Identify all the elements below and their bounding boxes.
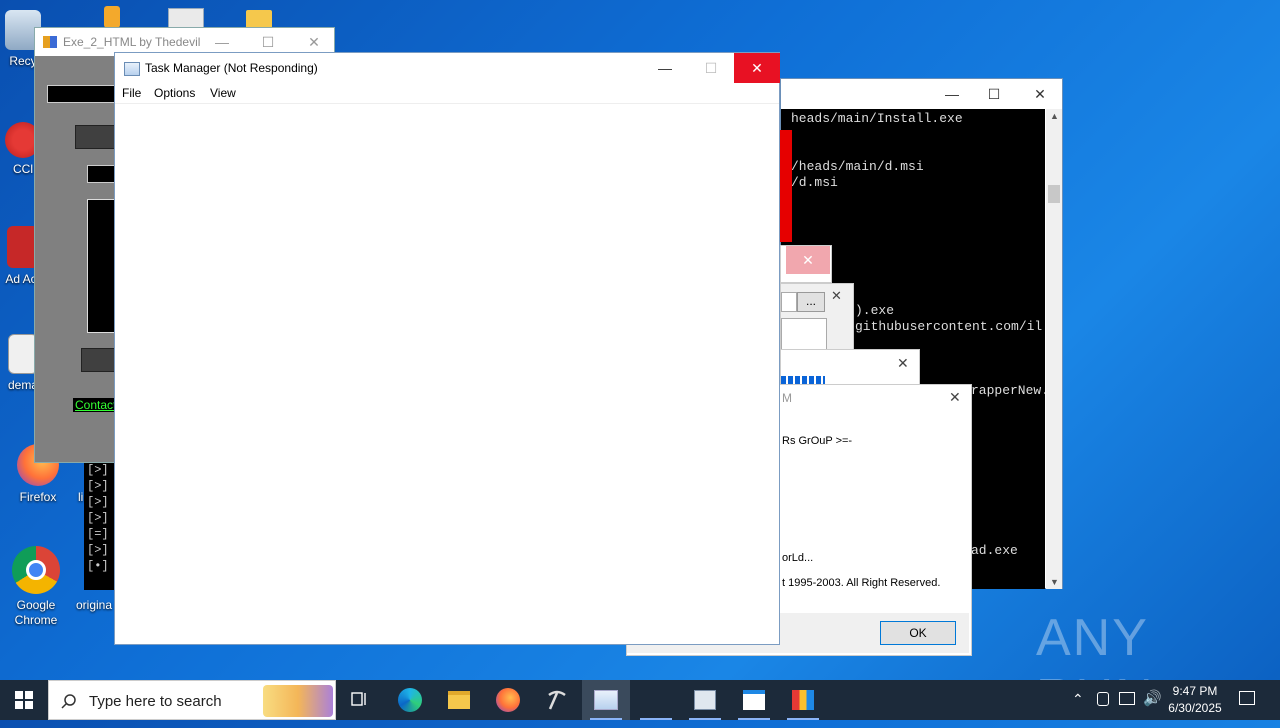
minimize-button[interactable]: — xyxy=(929,79,975,109)
firefox-icon xyxy=(496,688,520,712)
group-text: Rs GrOuP >=- xyxy=(782,435,853,447)
tray-device-icon[interactable] xyxy=(1097,692,1109,706)
app-multicolor-icon xyxy=(792,690,814,710)
console-line: /heads/main/d.msi xyxy=(791,159,924,174)
cmd-line: [>] xyxy=(87,479,109,493)
maximize-button[interactable]: ☐ xyxy=(971,79,1017,109)
scroll-up-arrow[interactable]: ▲ xyxy=(1050,111,1059,121)
vertical-scrollbar[interactable]: ▲ ▼ xyxy=(1046,109,1062,589)
pickaxe-icon xyxy=(548,690,566,710)
ok-button[interactable]: OK xyxy=(880,621,956,645)
search-placeholder: Type here to search xyxy=(89,693,222,710)
maximize-button[interactable]: ☐ xyxy=(688,53,734,83)
app-window-icon xyxy=(694,690,716,710)
close-icon[interactable]: ✕ xyxy=(897,355,909,372)
minimize-button[interactable]: — xyxy=(642,53,688,83)
volume-icon[interactable]: 🔊 xyxy=(1143,689,1162,707)
path-input[interactable] xyxy=(781,292,797,312)
text-area[interactable] xyxy=(781,318,827,350)
start-button[interactable] xyxy=(0,680,48,720)
copyright-text: t 1995-2003. All Right Reserved. xyxy=(782,577,941,589)
task-manager-icon xyxy=(594,690,618,710)
clock-time[interactable]: 9:47 PM xyxy=(1170,684,1220,698)
browse-dialog[interactable]: ✕ ... xyxy=(780,283,854,351)
world-text: orLd... xyxy=(782,552,814,564)
task-manager-icon xyxy=(124,62,140,76)
console-line: ).exe xyxy=(855,303,895,318)
close-button[interactable]: ✕ xyxy=(786,246,830,274)
taskbar-app-a[interactable] xyxy=(632,680,680,720)
taskbar-edge[interactable] xyxy=(386,680,434,720)
edge-icon xyxy=(398,688,422,712)
windows-logo-icon xyxy=(15,691,33,709)
task-view-button[interactable] xyxy=(336,680,384,720)
network-icon[interactable] xyxy=(1119,692,1135,705)
console-line: githubusercontent.com/il xyxy=(855,319,1043,334)
menu-bar: File Options View xyxy=(115,83,779,104)
progress-dialog[interactable]: ✕ xyxy=(780,349,920,387)
cmd-line: [•] xyxy=(87,559,109,573)
taskbar-file-explorer[interactable] xyxy=(435,680,483,720)
dialog-fragment[interactable]: ✕ xyxy=(780,245,832,283)
console-line: heads/main/Install.exe xyxy=(791,111,963,126)
scroll-thumb[interactable] xyxy=(1048,185,1060,203)
red-panel xyxy=(780,130,792,242)
app-window-icon xyxy=(743,690,765,710)
close-button[interactable]: ✕ xyxy=(1017,79,1063,109)
tray-chevron-icon[interactable]: ⌃ xyxy=(1072,691,1084,708)
search-icon xyxy=(61,694,76,709)
window-title: Exe_2_HTML by Thedevil xyxy=(63,35,201,49)
window-title: Task Manager (Not Responding) xyxy=(145,61,318,75)
contact-link[interactable]: Contact xyxy=(73,398,119,412)
search-box[interactable]: Type here to search xyxy=(48,680,336,720)
desktop-file-icon[interactable] xyxy=(104,6,120,28)
scroll-down-arrow[interactable]: ▼ xyxy=(1050,577,1059,587)
search-highlight-image xyxy=(263,685,333,717)
menu-options[interactable]: Options xyxy=(154,86,195,100)
taskbar-firefox[interactable] xyxy=(484,680,532,720)
taskbar-task-manager[interactable] xyxy=(582,680,630,720)
close-icon[interactable]: ✕ xyxy=(831,288,842,304)
notification-icon[interactable] xyxy=(1239,691,1255,705)
desktop-icon-label: Recy xyxy=(9,54,37,68)
cmd-line: [=] xyxy=(87,527,109,541)
input-field-black[interactable] xyxy=(47,85,119,103)
folder-icon xyxy=(448,691,470,709)
taskbar: Type here to search ⌃ 🔊 9:47 PM 6/30/202… xyxy=(0,680,1280,720)
console-line: /d.msi xyxy=(791,175,838,190)
desktop-icon-chrome[interactable]: Google Chrome xyxy=(0,546,72,628)
task-view-icon xyxy=(351,692,366,706)
cmd-line: [>] xyxy=(87,543,109,557)
cmd-line: [>] xyxy=(87,463,109,477)
cmd-window-left[interactable]: [>] [>] [>] [>] [=] [>] [•] xyxy=(84,455,116,590)
exe2html-app-icon xyxy=(43,36,57,48)
console-line: ad.exe xyxy=(971,543,1018,558)
action-button-dark[interactable] xyxy=(75,125,119,149)
menu-view[interactable]: View xyxy=(210,86,236,100)
task-manager-titlebar[interactable]: Task Manager (Not Responding) — ☐ ✕ xyxy=(115,53,780,83)
cmd-line: [>] xyxy=(87,495,109,509)
taskbar-tools[interactable] xyxy=(533,680,581,720)
menu-file[interactable]: File xyxy=(122,86,141,100)
console-line: rapperNew. xyxy=(971,383,1045,398)
task-manager-window[interactable]: Task Manager (Not Responding) — ☐ ✕ File… xyxy=(114,52,780,645)
cmd-line: [>] xyxy=(87,511,109,525)
clock-date[interactable]: 6/30/2025 xyxy=(1166,701,1224,715)
taskbar-app-b[interactable] xyxy=(681,680,729,720)
desktop-icon-original[interactable]: origina xyxy=(76,598,112,612)
close-icon[interactable]: ✕ xyxy=(949,389,961,406)
chrome-icon xyxy=(12,546,60,594)
close-button[interactable]: ✕ xyxy=(734,53,780,83)
browse-button[interactable]: ... xyxy=(797,292,825,312)
desktop-icon-li[interactable]: li xyxy=(78,490,83,504)
taskbar-app-c[interactable] xyxy=(730,680,778,720)
taskbar-app-d[interactable] xyxy=(779,680,827,720)
dialog-title: M xyxy=(782,391,792,405)
